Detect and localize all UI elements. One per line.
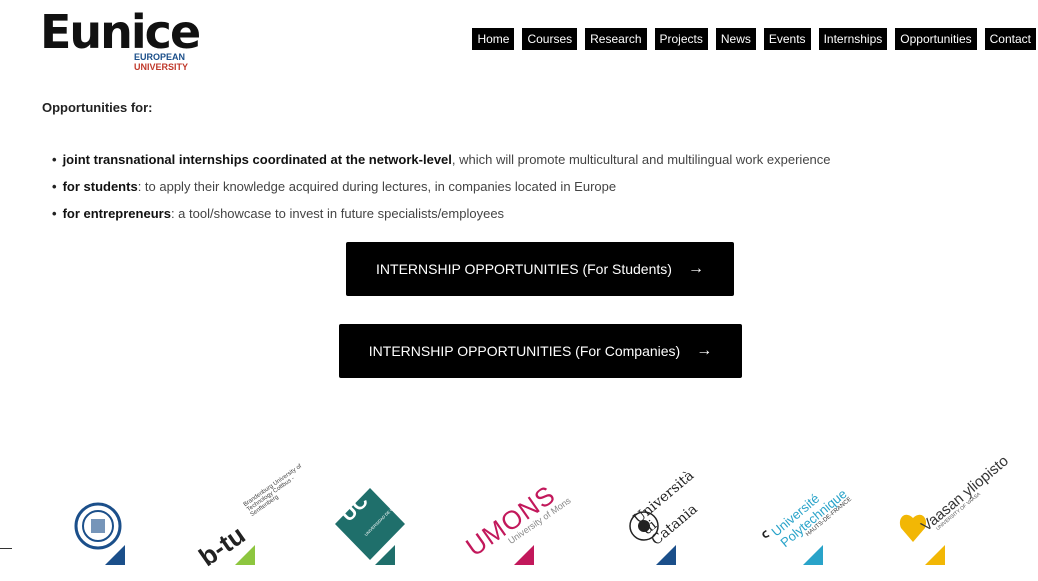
partner-poznan[interactable] xyxy=(70,430,180,570)
bullet-text: : a tool/showcase to invest in future sp… xyxy=(170,206,505,221)
partner-vaasa[interactable]: Vaasan yliopisto UNIVERSITY OF VAASA xyxy=(895,430,1012,570)
bullet-text: , which will promote multicultural and m… xyxy=(451,152,831,167)
partner-catania[interactable]: Università di Catania xyxy=(620,430,730,570)
nav-research[interactable]: Research xyxy=(585,28,647,50)
arrow-right-icon: → xyxy=(687,260,704,277)
nav-courses[interactable]: Courses xyxy=(522,28,578,50)
logo-line-1: EUROPEAN xyxy=(134,52,186,62)
partner-btu[interactable]: b-tu Brandenburg University of Technolog… xyxy=(193,430,315,572)
opportunities-list: joint transnational internships coordina… xyxy=(52,146,831,227)
logo-subtitle: EUROPEAN UNIVERSITY xyxy=(134,52,188,72)
btu-triangle-icon xyxy=(235,545,255,565)
partner-uphf[interactable]: ᑦ Université Polytechnique HAUTS-DE-FRAN… xyxy=(760,430,875,570)
divider xyxy=(0,548,12,549)
internships-companies-button[interactable]: INTERNSHIP OPPORTUNITIES (For Companies)… xyxy=(339,324,742,378)
umons-triangle-icon xyxy=(514,545,534,565)
bullet-bold: for entrepreneurs xyxy=(62,206,171,221)
nav-home[interactable]: Home xyxy=(472,28,515,50)
logo-wordmark: Eunice xyxy=(40,5,201,59)
nav-news[interactable]: News xyxy=(715,28,756,50)
nav-opportunities[interactable]: Opportunities xyxy=(895,28,977,50)
list-item: for entrepreneurs: a tool/showcase to in… xyxy=(52,200,831,227)
nav-internships[interactable]: Internships xyxy=(818,28,888,50)
arrow-right-icon: → xyxy=(696,342,713,359)
list-item: for students: to apply their knowledge a… xyxy=(52,173,831,200)
partner-logos: b-tu Brandenburg University of Technolog… xyxy=(0,430,1038,580)
button-label: INTERNSHIP OPPORTUNITIES (For Students) xyxy=(376,261,672,277)
nav-contact[interactable]: Contact xyxy=(984,28,1036,50)
main-nav: Home Courses Research Projects News Even… xyxy=(472,28,1036,50)
eunice-logo[interactable]: Eunice EUROPEAN UNIVERSITY xyxy=(40,5,201,76)
logo-line-2: UNIVERSITY xyxy=(134,62,189,72)
internships-students-button[interactable]: INTERNSHIP OPPORTUNITIES (For Students) … xyxy=(346,242,734,296)
nav-projects[interactable]: Projects xyxy=(654,28,708,50)
intro-heading: Opportunities for: xyxy=(42,100,153,115)
button-label: INTERNSHIP OPPORTUNITIES (For Companies) xyxy=(368,343,681,359)
bullet-bold: joint transnational internships coordina… xyxy=(62,152,452,167)
bullet-bold: for students xyxy=(62,179,138,194)
nav-events[interactable]: Events xyxy=(763,28,811,50)
bullet-text: : to apply their knowledge acquired duri… xyxy=(137,179,617,194)
partner-umons[interactable]: UMONS University of Mons xyxy=(460,430,580,570)
list-item: joint transnational internships coordina… xyxy=(52,146,831,173)
uphf-triangle-icon xyxy=(803,545,823,565)
partner-cantabria[interactable]: UC UNIVERSIDAD DE CANTABRIA xyxy=(335,430,445,570)
poznan-seal-icon xyxy=(74,502,125,565)
